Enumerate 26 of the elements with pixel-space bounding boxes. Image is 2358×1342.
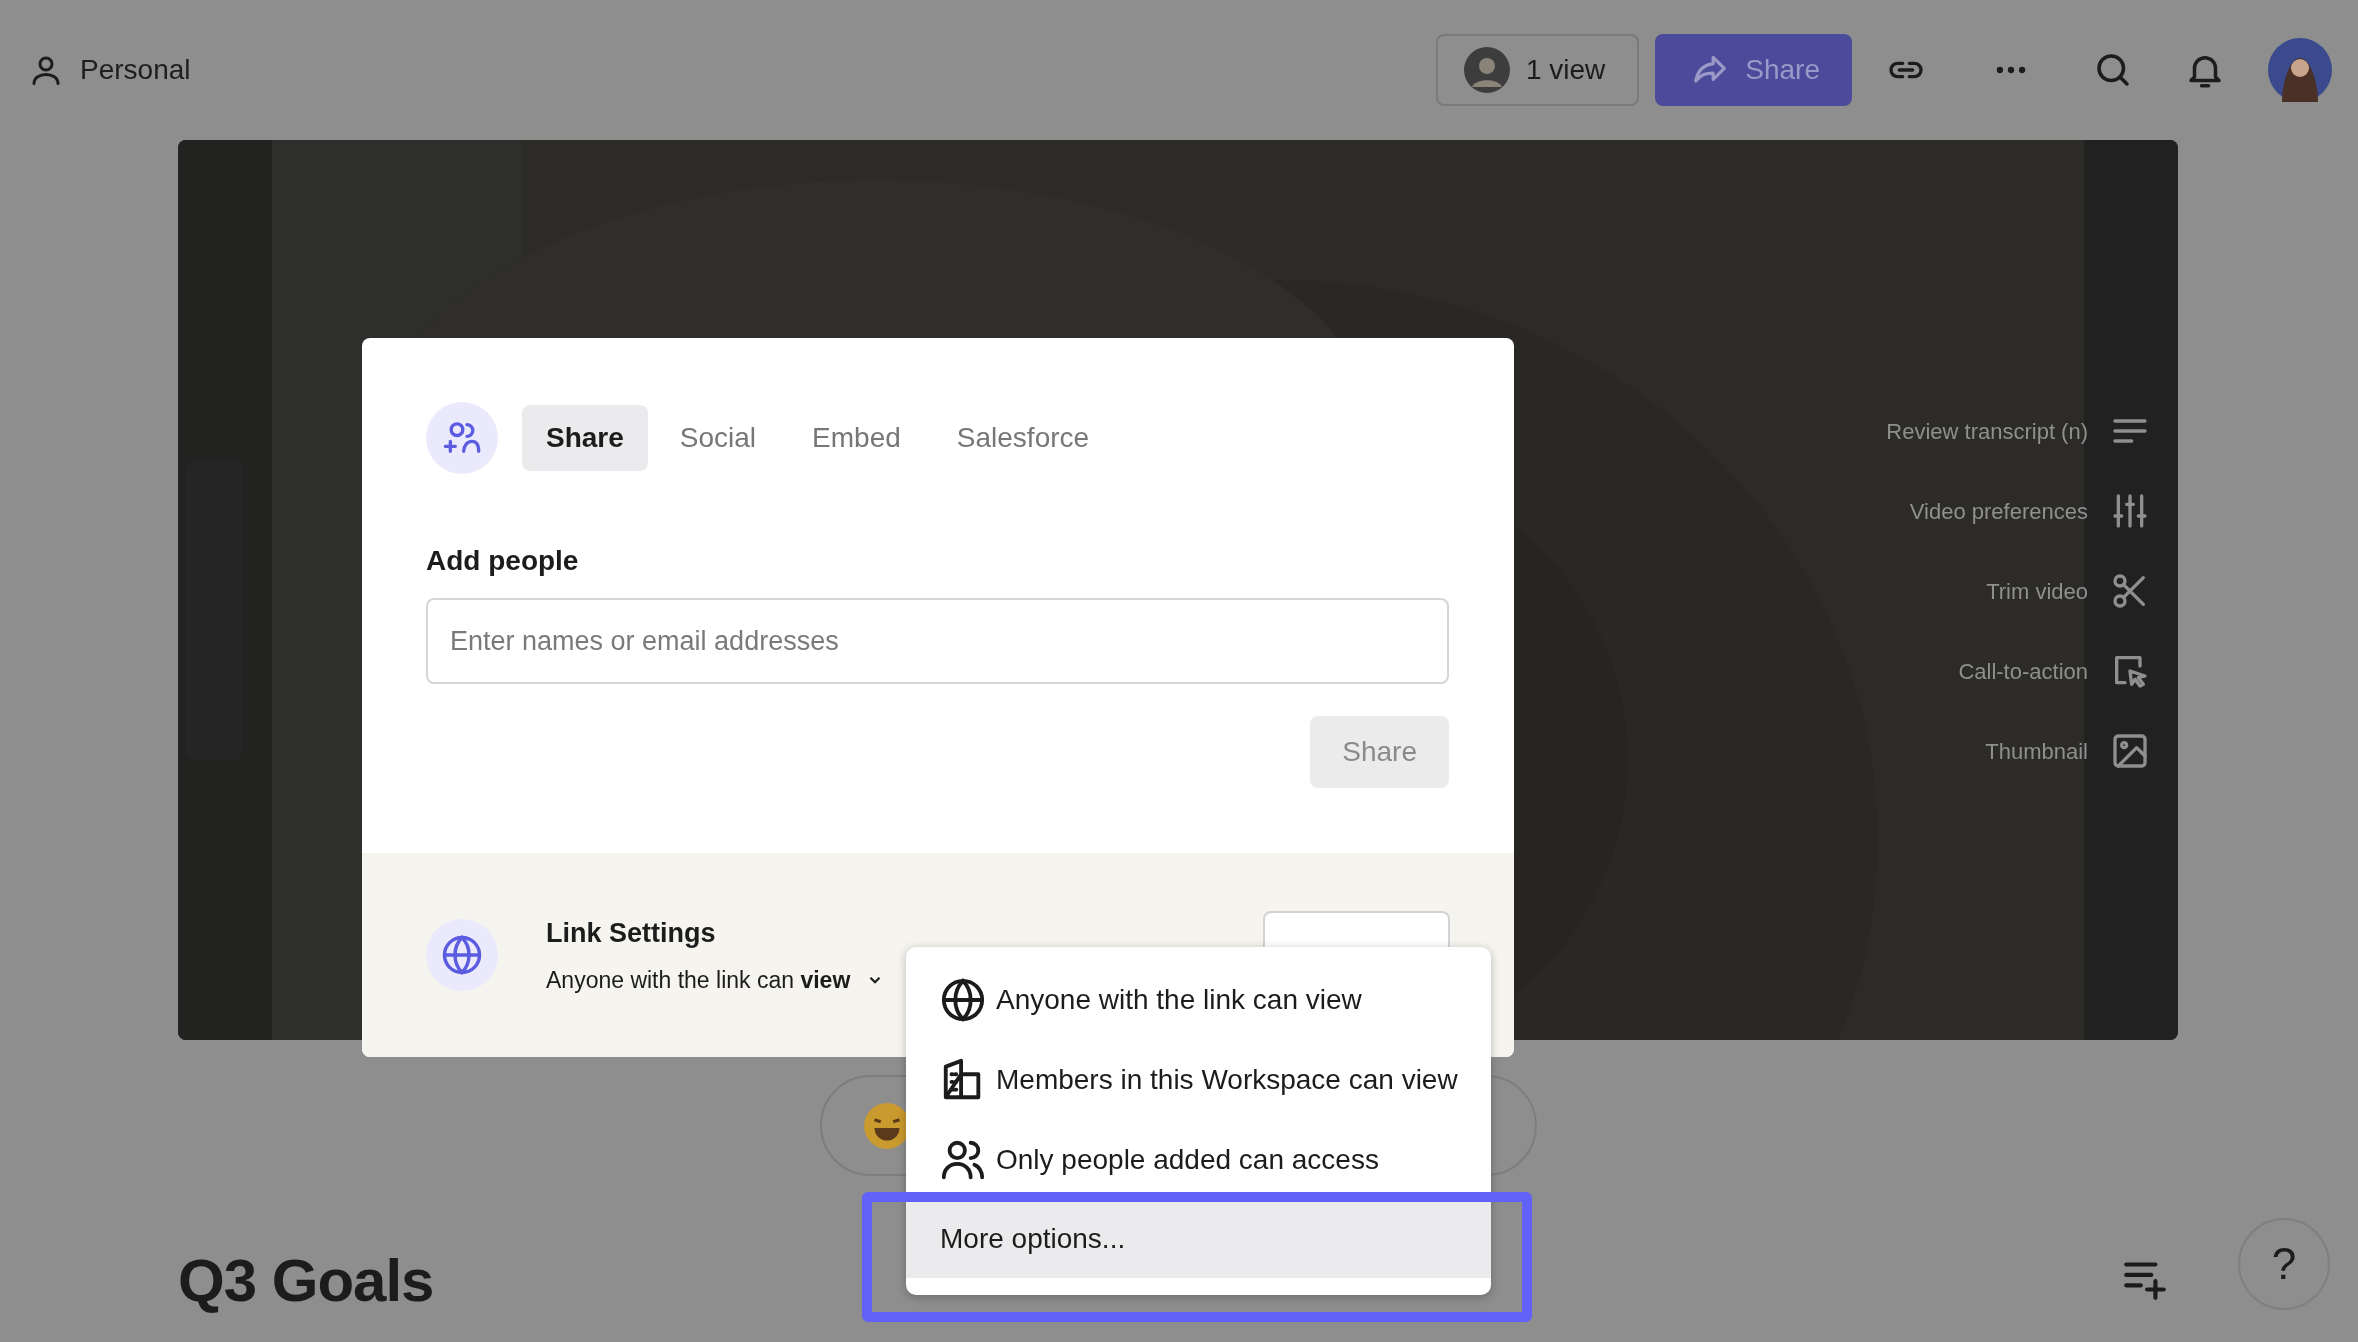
globe-icon bbox=[940, 977, 986, 1023]
image-icon bbox=[2110, 731, 2150, 771]
menu-item[interactable]: Anyone with the link can view bbox=[906, 960, 1491, 1040]
tab[interactable]: Salesforce bbox=[932, 405, 1114, 471]
help-button[interactable]: ? bbox=[2238, 1218, 2330, 1310]
field-label: Add people bbox=[426, 544, 580, 578]
avatar bbox=[1463, 47, 1510, 93]
menu-item[interactable]: Members in this Workspace can view bbox=[906, 1040, 1491, 1120]
views-button[interactable]: 1 view bbox=[1435, 34, 1640, 106]
tab[interactable]: Share bbox=[522, 405, 648, 471]
access-dropdown[interactable]: Anyone with the link can view bbox=[546, 963, 885, 998]
tab[interactable]: Social bbox=[655, 405, 781, 471]
video-action[interactable]: Trim video bbox=[1986, 571, 2150, 611]
input-field[interactable]: Enter names or email addresses bbox=[426, 598, 1449, 684]
section-title: Link Settings bbox=[546, 916, 717, 950]
video-action[interactable]: Video preferences bbox=[1909, 491, 2150, 531]
globe-icon bbox=[441, 934, 483, 976]
page-title: Q3 Goals bbox=[178, 1246, 434, 1316]
video-action[interactable]: Review transcript (n) bbox=[1886, 411, 2150, 451]
video-action[interactable]: Call-to-action bbox=[1958, 651, 2150, 691]
avatar[interactable] bbox=[2268, 38, 2332, 102]
share-button[interactable]: Share bbox=[1655, 34, 1852, 106]
workspace-switcher[interactable]: Personal bbox=[28, 49, 191, 91]
menu-item[interactable]: More options... bbox=[906, 1200, 1491, 1278]
video-action[interactable]: Thumbnail bbox=[1985, 731, 2150, 771]
tab[interactable]: Embed bbox=[788, 405, 925, 471]
